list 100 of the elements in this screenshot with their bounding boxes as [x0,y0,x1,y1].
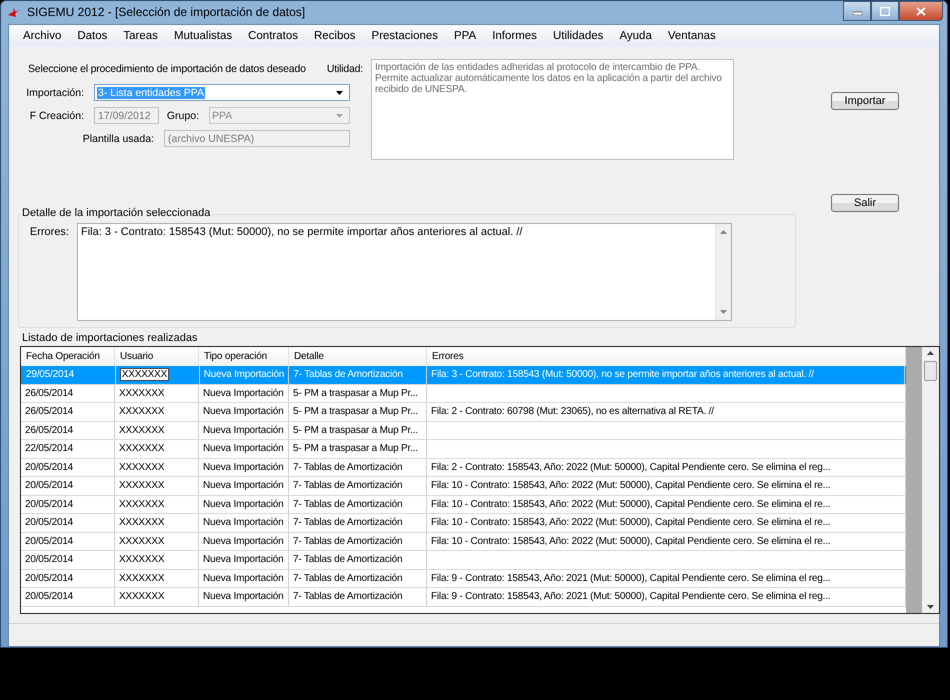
table-row[interactable]: 20/05/2014 XXXXXXX Nueva Importación 7- Tablas de Amortización Fila: 2 - Contrato: 158543, Año: 2022 (Mut: 50000), Capital Pendiente cero. Se elimina el reg... [21,458,906,477]
table-cell: 22/05/2014 [25,443,74,454]
menu-item[interactable]: Ayuda [611,30,660,42]
app-logo-icon [7,6,21,18]
table-cell: Nueva Importación [203,572,284,584]
grupo-label: Grupo: [166,110,200,122]
table-cell: Fila: 2 - Contrato: 158543, Año: 2022 (Mut: 50000), Capital Pendiente cero. Se elimina el reg... [431,462,830,473]
table-row[interactable]: 20/05/2014 XXXXXXX Nueva Importación 7- Tablas de Amortización [21,551,906,570]
menu-item[interactable]: Utilidades [544,30,612,42]
table-cell: 5- PM a traspasar a Mup Pr... [293,424,418,436]
table-row[interactable]: 20/05/2014 XXXXXXX Nueva Importación 7- Tablas de Amortización Fila: 9 - Contrato: 158543, Año: 2021 (Mut: 50000), Capital Pendiente cero. Se elimina el reg... [21,588,906,606]
table-cell: Nueva Importación [203,443,284,454]
utilidad-label: Utilidad: [326,63,363,77]
table-cell: Fila: 10 - Contrato: 158543, Año: 2022 (Mut: 50000), Capital Pendiente cero. Se elimina el re... [431,480,830,492]
table-row[interactable]: 20/05/2014 XXXXXXX Nueva Importación 7- Tablas de Amortización Fila: 10 - Contrato: 158543, Año: 2022 (Mut: 50000), Capital Pendiente cero. Se elimina el re... [21,477,906,496]
table-cell: Nueva Importación [203,536,284,547]
table-row[interactable]: 26/05/2014 XXXXXXX Nueva Importación 5- PM a traspasar a Mup Pr... [21,422,906,440]
window-title: SIGEMU 2012 - [Selección de importación de datos] [27,5,306,19]
table-cell: Nueva Importación [203,517,284,528]
menu-item[interactable]: Tareas [115,30,166,42]
table-cell: 7- Tablas de Amortización [293,498,402,510]
menu-item[interactable]: Prestaciones [364,30,446,42]
scrollbar[interactable] [922,347,939,613]
utilidad-text-area[interactable]: Importación de las entidades adheridas al protocolo de intercambio de PPA. Permite actualizar automáticamente los datos en la aplicación a partir del archivo recibido de UNESPA. [371,59,734,160]
instruction-label: Seleccione el procedimiento de importación de datos deseado [28,63,306,77]
table-cell: 7- Tablas de Amortización [293,462,402,473]
table-cell: XXXXXXX [119,424,164,436]
table-cell: Fila: 9 - Contrato: 158543, Año: 2021 (Mut: 50000), Capital Pendiente cero. Se elimina el reg... [431,572,830,584]
table-cell: 29/05/2014 [26,369,74,380]
table-cell: Nueva Importación [203,480,284,492]
scroll-thumb[interactable] [924,361,937,381]
menu-item[interactable]: Mutualistas [166,30,240,42]
table-cell: Fila: 10 - Contrato: 158543, Año: 2022 (Mut: 50000), Capital Pendiente cero. Se elimina el re... [431,498,830,510]
table-cell: XXXXXXX [119,443,164,454]
table-cell: XXXXXXX [119,572,164,584]
table-cell: XXXXXXX [119,517,164,528]
close-icon [916,6,926,16]
table-cell: 20/05/2014 [25,517,74,528]
action-button[interactable]: Importar [831,92,899,110]
plantilla-field[interactable]: (archivo UNESPA) [164,130,350,147]
table-cell: 7- Tablas de Amortización [293,554,402,566]
table-cell: XXXXXXX [119,480,164,492]
table-cell: XXXXXXX [119,536,164,547]
table-row[interactable]: 26/05/2014 XXXXXXX Nueva Importación 5- PM a traspasar a Mup Pr... [21,384,906,403]
menu-item[interactable]: Archivo [15,30,70,42]
caret-icon [336,90,343,94]
table-cell: XXXXXXX [119,388,164,399]
table-cell: 7- Tablas de Amortización [293,369,403,380]
table-row[interactable]: 29/05/2014 XXXXXXX Nueva Importación 7- Tablas de Amortización Fila: 3 - Contrato: 158543 (Mut: 50000), no se permite importar años anteriores al actual. // [21,366,906,384]
table-cell: 20/05/2014 [25,554,74,566]
table-cell: 7- Tablas de Amortización [293,536,402,547]
table-cell: XXXXXXX [119,591,164,602]
table-cell: Fila: 9 - Contrato: 158543, Año: 2021 (Mut: 50000), Capital Pendiente cero. Se elimina el reg... [431,591,830,602]
table-row[interactable]: 22/05/2014 XXXXXXX Nueva Importación 5- PM a traspasar a Mup Pr... [21,440,906,458]
menu-item[interactable]: Datos [69,30,116,42]
table-cell: 20/05/2014 [25,591,74,602]
table-cell: 26/05/2014 [25,388,74,399]
table-cell: 26/05/2014 [25,406,74,418]
table-cell: 7- Tablas de Amortización [293,480,402,492]
maximize-icon [880,6,890,16]
table-cell: 20/05/2014 [25,480,74,492]
table-row[interactable]: 20/05/2014 XXXXXXX Nueva Importación 7- Tablas de Amortización Fila: 10 - Contrato: 158543, Año: 2022 (Mut: 50000), Capital Pendiente cero. Se elimina el re... [21,514,906,532]
list-title: Listado de importaciones realizadas [22,332,198,346]
group-title: Detalle de la importación seleccionada [21,207,212,219]
action-button[interactable]: Salir [831,194,899,212]
menu-item[interactable]: Ventanas [660,30,724,42]
table-cell: Nueva Importación [203,388,284,399]
table-cell: Nueva Importación [203,406,284,418]
table-cell: Nueva Importación [204,369,284,380]
table-cell: 7- Tablas de Amortización [293,517,402,528]
table-cell: XXXXXXX [120,368,170,382]
table-cell: XXXXXXX [119,498,164,510]
table-cell: XXXXXXX [119,406,164,418]
minimize-button[interactable] [843,1,871,21]
table-cell: Nueva Importación [203,591,284,602]
table-cell: 20/05/2014 [25,536,74,547]
scroll-down-icon[interactable] [927,605,934,609]
errores-text-area[interactable]: Fila: 3 - Contrato: 158543 (Mut: 50000), no se permite importar años anteriores al actual. // [77,223,732,321]
table-row[interactable]: 20/05/2014 XXXXXXX Nueva Importación 7- Tablas de Amortización Fila: 10 - Contrato: 158543, Año: 2022 (Mut: 50000), Capital Pendiente cero. Se elimina el re... [21,496,906,514]
table-cell: 7- Tablas de Amortización [293,591,402,602]
table-cell: 5- PM a traspasar a Mup Pr... [293,388,418,399]
maximize-button[interactable] [871,1,899,21]
menu-item[interactable]: Informes [484,30,545,42]
plantilla-label: Plantilla usada: [82,132,155,144]
table-row[interactable]: 20/05/2014 XXXXXXX Nueva Importación 7- Tablas de Amortización Fila: 10 - Contrato: 158543, Año: 2022 (Mut: 50000), Capital Pendiente cero. Se elimina el re... [21,532,906,551]
table-cell: 26/05/2014 [25,424,74,436]
importacion-label: Importación: [25,86,85,98]
close-button[interactable] [899,1,943,21]
table-row[interactable]: 26/05/2014 XXXXXXX Nueva Importación 5- PM a traspasar a Mup Pr... Fila: 2 - Contrato: 60798 (Mut: 23065), no es alternativa al RETA. // [21,403,906,422]
menu-item[interactable]: Contratos [240,30,306,42]
menu-item[interactable]: PPA [446,30,484,42]
f-creacion-label: F Creación: [28,110,85,122]
table-cell: Fila: 2 - Contrato: 60798 (Mut: 23065), no es alternativa al RETA. // [431,406,714,418]
table-cell: XXXXXXX [119,554,164,566]
table-cell: Nueva Importación [203,462,284,473]
f-creacion-field[interactable]: 17/09/2012 [94,107,159,124]
table-cell: Fila: 3 - Contrato: 158543 (Mut: 50000), no se permite importar años anteriores al actual. // [431,369,814,380]
menu-item[interactable]: Recibos [306,30,364,42]
scroll-up-icon[interactable] [927,351,934,355]
table-row[interactable]: 20/05/2014 XXXXXXX Nueva Importación 7- Tablas de Amortización Fila: 9 - Contrato: 158543, Año: 2021 (Mut: 50000), Capital Pendiente cero. Se elimina el reg... [21,570,906,588]
